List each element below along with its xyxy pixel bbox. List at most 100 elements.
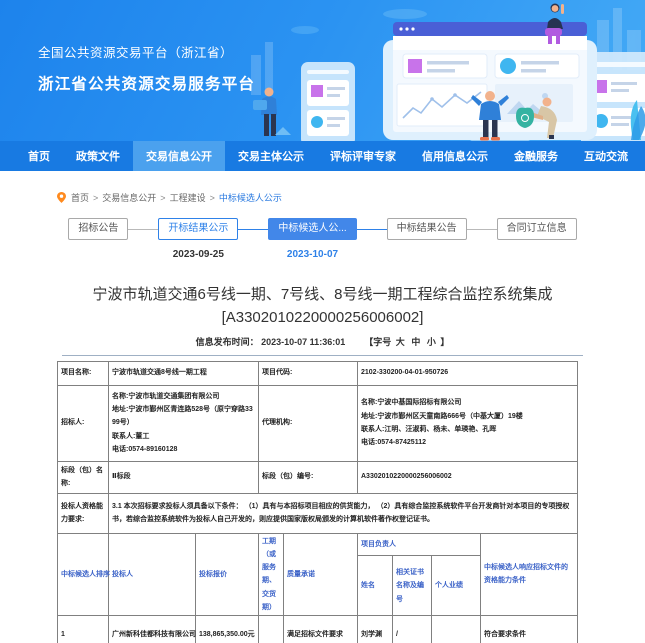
qualification-text: 3.1 本次招标要求投标人须具备以下条件： （1）具有与本招标项目相应的供货能力…: [109, 493, 578, 533]
candidates-header-row: 中标候选人排序 投标人 投标报价 工期（或服务期、交货期） 质量承诺 项目负责人…: [58, 533, 578, 556]
tenderee-address: 地址:宁波市鄞州区青连路528号（原宁穿路3399号）: [112, 403, 255, 430]
tenderee-name: 名称:宁波市轨道交通集团有限公司: [112, 390, 255, 403]
candidate-bidder: 广州新科佳都科技有限公司: [109, 616, 196, 643]
nav-item-trade-subject[interactable]: 交易主体公示: [225, 141, 317, 171]
step-bid-opening: 开标结果公示 2023-09-25: [158, 218, 238, 261]
header-manager-achievement: 个人业绩: [432, 556, 481, 616]
step-box-contract-info[interactable]: 合同订立信息: [497, 218, 577, 240]
publish-time-label: 信息发布时间：: [196, 337, 259, 347]
agency-name: 名称:宁波中基国际招标有限公司: [361, 396, 574, 409]
breadcrumb-construction[interactable]: 工程建设: [170, 191, 206, 204]
nav-item-credit-info[interactable]: 信用信息公示: [409, 141, 501, 171]
announcement-title: 宁波市轨道交通6号线一期、7号线、8号线一期工程综合监控系统集成: [53, 283, 593, 306]
header-manager-name: 姓名: [358, 556, 393, 616]
header-bidder: 投标人: [109, 533, 196, 616]
project-code-label: 项目代码:: [259, 361, 358, 385]
announcement-code: [A3302010220000256006002]: [53, 306, 593, 329]
nav-item-finance[interactable]: 金融服务: [501, 141, 571, 171]
step-tender-announcement: 招标公告: [68, 218, 128, 261]
project-name-value: 宁波市轨道交通8号线一期工程: [109, 361, 259, 385]
breadcrumb-current: 中标候选人公示: [219, 191, 282, 204]
step-winning-candidates: 中标候选人公... 2023-10-07: [268, 218, 356, 261]
candidate-qualification: 符合要求条件: [481, 616, 578, 643]
publish-time-value: 2023-10-07 11:36:01: [261, 337, 345, 347]
step-date: 2023-09-25: [173, 249, 224, 261]
step-contract-info: 合同订立信息: [497, 218, 577, 261]
breadcrumb-trade-info[interactable]: 交易信息公开: [102, 191, 156, 204]
nav-item-trade-info[interactable]: 交易信息公开: [133, 141, 225, 171]
nav-item-interaction[interactable]: 互动交流: [571, 141, 641, 171]
agency-label: 代理机构:: [259, 385, 358, 461]
site-banner: 全国公共资源交易平台（浙江省） 浙江省公共资源交易服务平台: [0, 0, 645, 141]
font-size-prefix: 【字号: [364, 337, 391, 347]
section-code-label: 标段（包）编号:: [259, 461, 358, 493]
candidate-manager-achievement: [432, 616, 481, 643]
candidate-manager-cert: /: [393, 616, 432, 643]
header-quality: 质量承诺: [284, 533, 358, 616]
step-connector: [238, 229, 268, 230]
agency-value: 名称:宁波中基国际招标有限公司 地址:宁波市鄞州区天童南路666号（中基大厦）1…: [358, 385, 578, 461]
tenderee-phone: 电话:0574-89160128: [112, 443, 255, 456]
qualification-label: 投标人资格能力要求:: [58, 493, 109, 533]
header-manager-cert: 相关证书名称及编号: [393, 556, 432, 616]
agency-address: 地址:宁波市鄞州区天童南路666号（中基大厦）19楼: [361, 410, 574, 423]
candidate-price: 138,865,350.00元: [196, 616, 259, 643]
table-row: 标段（包）名称: Ⅱ标段 标段（包）编号: A33020102200002560…: [58, 461, 578, 493]
font-size-large-button[interactable]: 大: [396, 337, 405, 347]
process-steps: 招标公告 开标结果公示 2023-09-25 中标候选人公... 2023-10…: [0, 218, 645, 261]
breadcrumb-separator: >: [210, 193, 215, 203]
font-size-medium-button[interactable]: 中: [411, 337, 420, 347]
tenderee-value: 名称:宁波市轨道交通集团有限公司 地址:宁波市鄞州区青连路528号（原宁穿路33…: [109, 385, 259, 461]
project-code-value: 2102-330200-04-01-950726: [358, 361, 578, 385]
table-row: 投标人资格能力要求: 3.1 本次招标要求投标人须具备以下条件： （1）具有与本…: [58, 493, 578, 533]
step-box-bid-opening[interactable]: 开标结果公示: [158, 218, 238, 240]
breadcrumb-separator: >: [93, 193, 98, 203]
candidate-quality: 满足招标文件要求: [284, 616, 358, 643]
tenderee-contact: 联系人:董工: [112, 430, 255, 443]
content-divider: [62, 355, 583, 356]
breadcrumb-separator: >: [160, 193, 165, 203]
tenderee-label: 招标人:: [58, 385, 109, 461]
step-date: [422, 249, 432, 261]
table-row: 项目名称: 宁波市轨道交通8号线一期工程 项目代码: 2102-330200-0…: [58, 361, 578, 385]
section-name-label: 标段（包）名称:: [58, 461, 109, 493]
location-pin-icon: [57, 192, 66, 203]
table-row: 招标人: 名称:宁波市轨道交通集团有限公司 地址:宁波市鄞州区青连路528号（原…: [58, 385, 578, 461]
platform-supertitle: 全国公共资源交易平台（浙江省）: [38, 42, 255, 61]
main-nav: 首页 政策文件 交易信息公开 交易主体公示 评标评审专家 信用信息公示 金融服务…: [0, 141, 645, 171]
step-box-winning-result[interactable]: 中标结果公告: [387, 218, 467, 240]
agency-contact: 联系人:江明、汪淑莉、杨未、单瑛艳、孔晖: [361, 423, 574, 436]
candidate-rank: 1: [58, 616, 109, 643]
header-qualification: 中标候选人响应招标文件的资格能力条件: [481, 533, 578, 616]
publish-info: 信息发布时间： 2023-10-07 11:36:01 【字号 大 中 小 】: [0, 335, 645, 348]
step-box-winning-candidates[interactable]: 中标候选人公...: [268, 218, 356, 240]
project-name-label: 项目名称:: [58, 361, 109, 385]
section-code-value: A3302010220000256006002: [358, 461, 578, 493]
nav-item-home[interactable]: 首页: [15, 141, 63, 171]
page-title: 宁波市轨道交通6号线一期、7号线、8号线一期工程综合监控系统集成 [A33020…: [53, 283, 593, 330]
header-price: 投标报价: [196, 533, 259, 616]
banner-illustration: [245, 0, 645, 141]
step-connector: [467, 229, 497, 230]
step-date: 2023-10-07: [287, 249, 338, 261]
header-duration: 工期（或服务期、交货期）: [259, 533, 284, 616]
step-winning-result: 中标结果公告: [387, 218, 467, 261]
step-connector: [128, 229, 158, 230]
font-size-small-button[interactable]: 小: [427, 337, 436, 347]
candidate-manager-name: 刘学渊: [358, 616, 393, 643]
header-rank: 中标候选人排序: [58, 533, 109, 616]
step-box-tender-announcement[interactable]: 招标公告: [68, 218, 128, 240]
breadcrumb: 首页 > 交易信息公开 > 工程建设 > 中标候选人公示: [57, 191, 645, 204]
step-date: [93, 249, 103, 261]
step-connector: [357, 229, 387, 230]
platform-title: 浙江省公共资源交易服务平台: [38, 72, 255, 94]
breadcrumb-home[interactable]: 首页: [71, 191, 89, 204]
announcement-table: 项目名称: 宁波市轨道交通8号线一期工程 项目代码: 2102-330200-0…: [57, 361, 578, 643]
nav-item-policy[interactable]: 政策文件: [63, 141, 133, 171]
font-size-suffix: 】: [440, 337, 449, 347]
candidate-row: 1 广州新科佳都科技有限公司 138,865,350.00元 满足招标文件要求 …: [58, 616, 578, 643]
agency-phone: 电话:0574-87425112: [361, 436, 574, 449]
nav-item-experts[interactable]: 评标评审专家: [317, 141, 409, 171]
header-project-manager: 项目负责人: [358, 533, 481, 556]
section-name-value: Ⅱ标段: [109, 461, 259, 493]
